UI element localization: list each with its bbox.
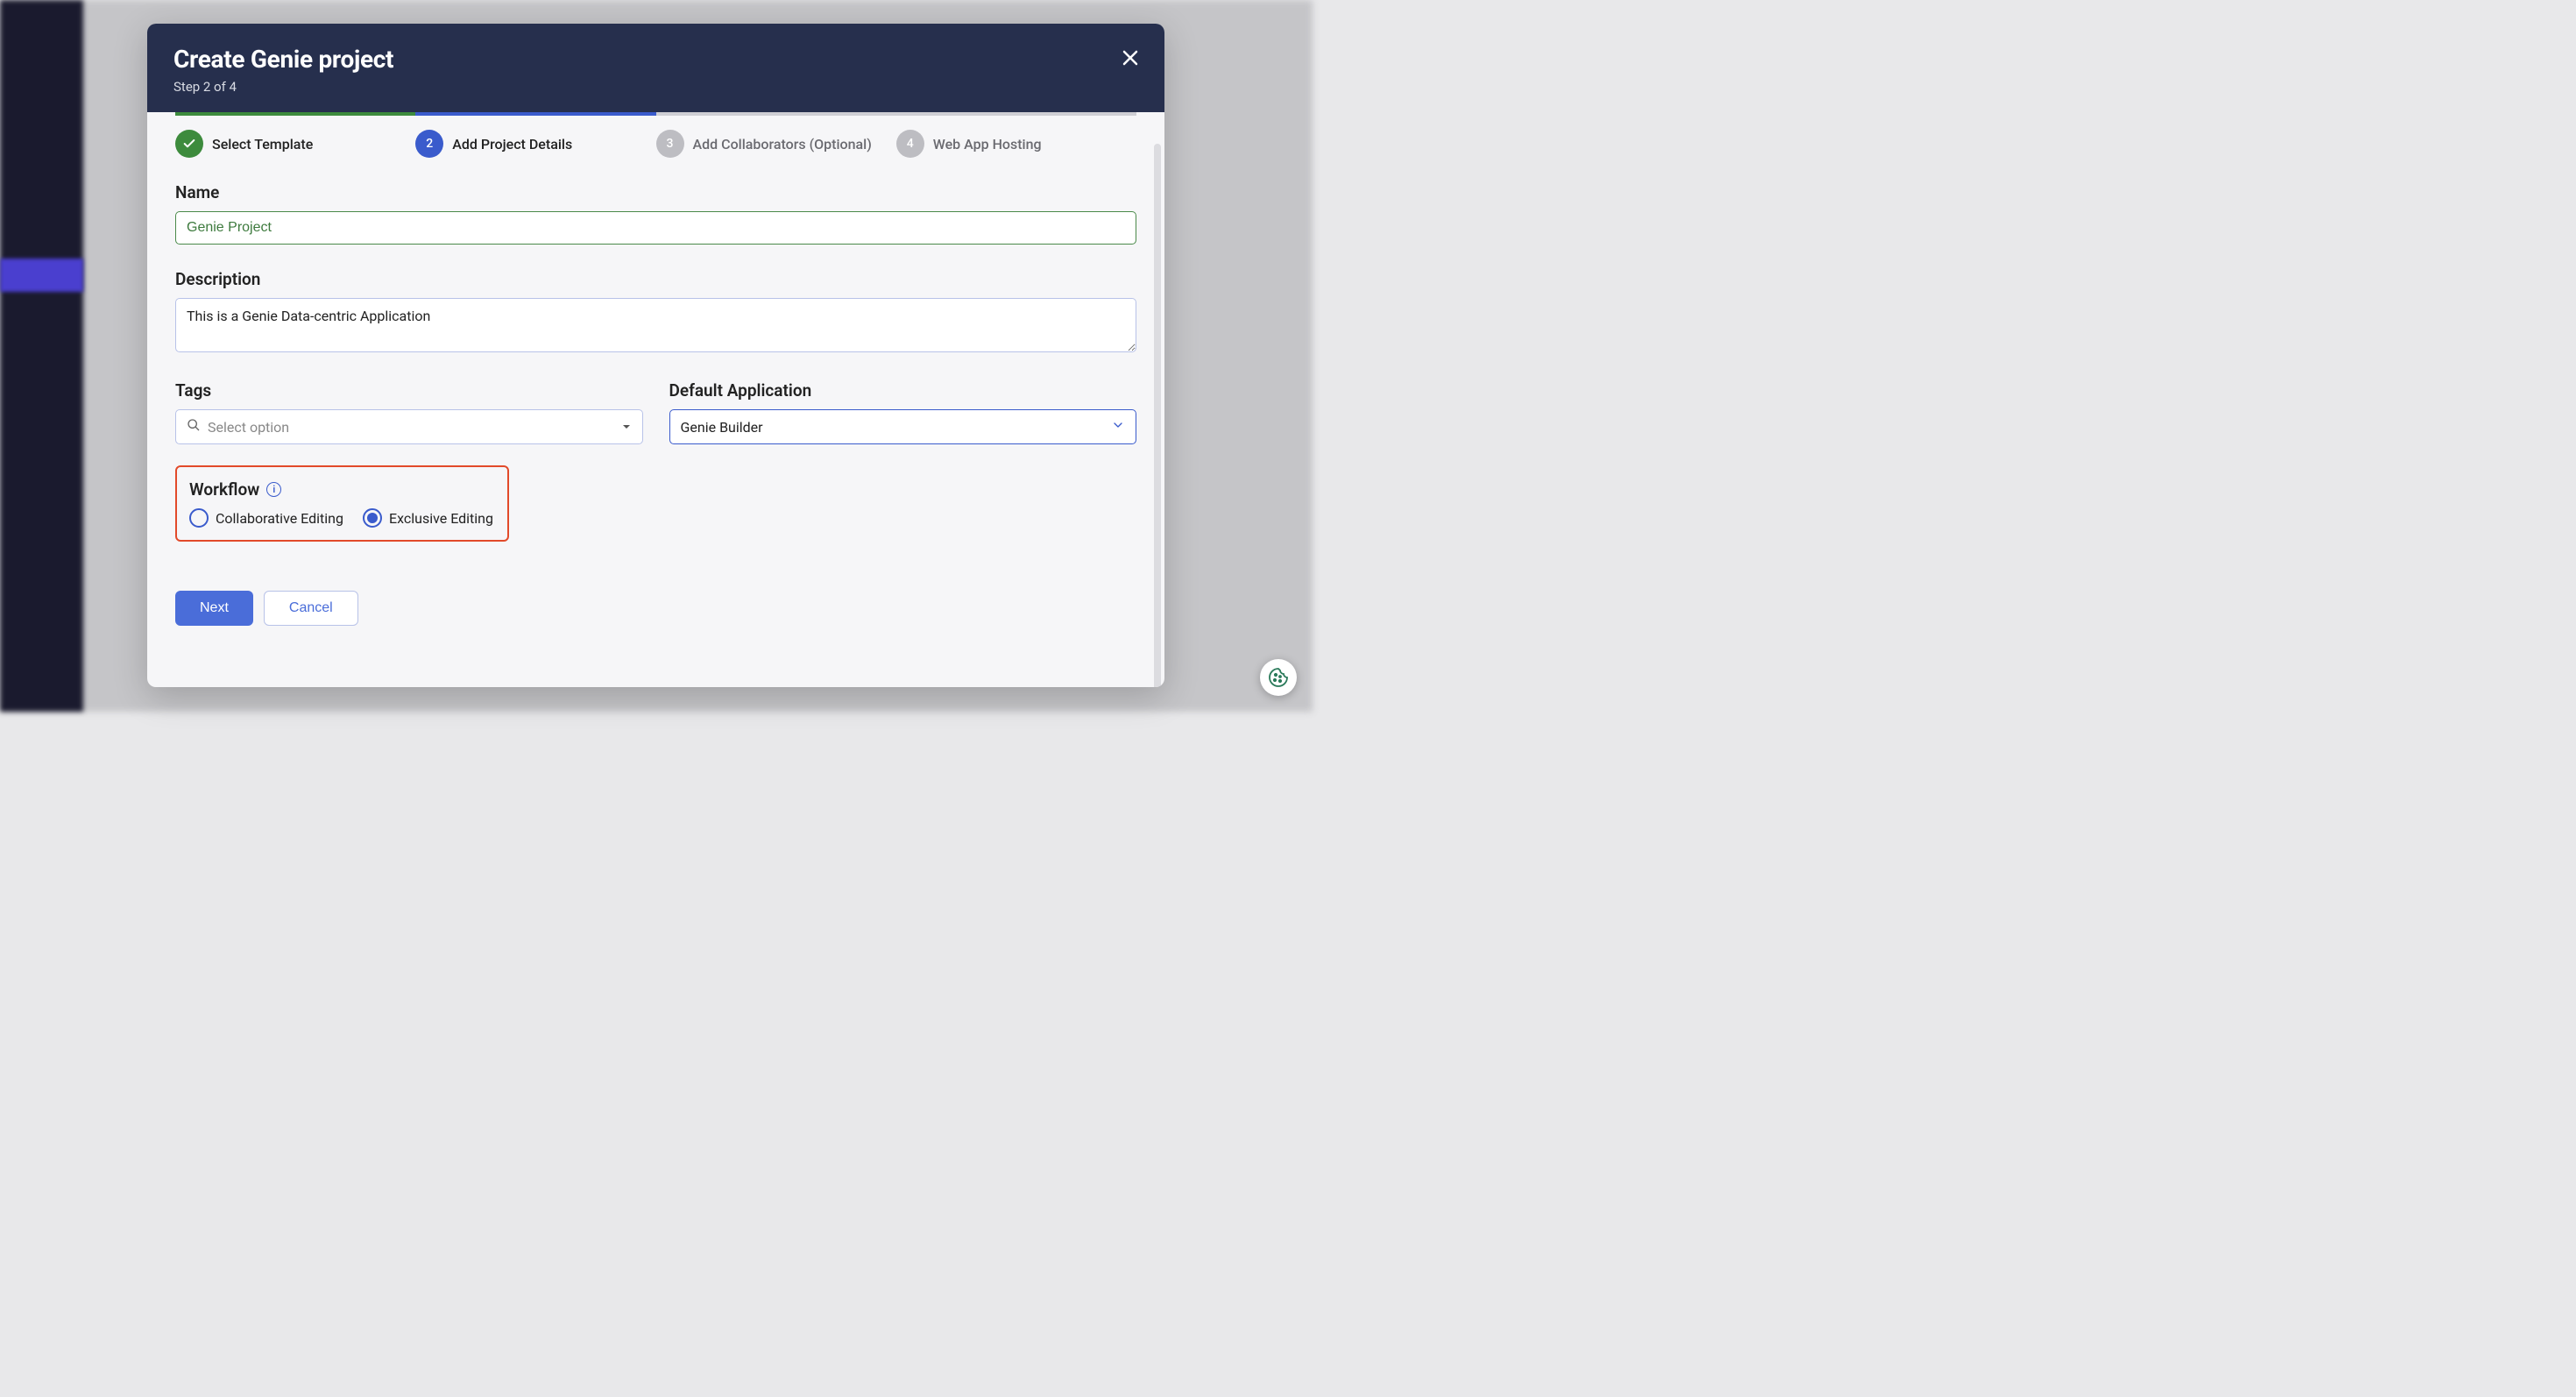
search-icon bbox=[187, 418, 201, 436]
cancel-button[interactable]: Cancel bbox=[264, 591, 358, 626]
next-button[interactable]: Next bbox=[175, 591, 253, 626]
modal-header: Create Genie project Step 2 of 4 bbox=[147, 24, 1164, 112]
step-project-details[interactable]: 2 Add Project Details bbox=[415, 112, 655, 158]
caret-down-icon bbox=[621, 419, 632, 436]
default-app-label: Default Application bbox=[669, 380, 1137, 401]
modal-footer: Next Cancel bbox=[175, 591, 1136, 626]
modal-step-text: Step 2 of 4 bbox=[173, 79, 1138, 95]
step-collaborators[interactable]: 3 Add Collaborators (Optional) bbox=[656, 112, 896, 158]
step-label-2: Add Project Details bbox=[452, 136, 572, 152]
info-icon[interactable]: i bbox=[266, 482, 281, 497]
modal-body: Select Template 2 Add Project Details 3 … bbox=[147, 112, 1164, 687]
tags-select[interactable]: Select option bbox=[175, 409, 643, 444]
name-input[interactable] bbox=[175, 211, 1136, 245]
tags-section: Tags Select option bbox=[175, 380, 643, 444]
step-circle-2: 2 bbox=[415, 130, 443, 158]
radio-dot-exclusive bbox=[367, 513, 378, 523]
tags-placeholder: Select option bbox=[208, 419, 621, 436]
name-section: Name bbox=[175, 182, 1136, 245]
step-hosting[interactable]: 4 Web App Hosting bbox=[896, 112, 1136, 158]
radio-exclusive[interactable]: Exclusive Editing bbox=[363, 508, 493, 528]
modal-title: Create Genie project bbox=[173, 45, 1138, 74]
workflow-label: Workflow i bbox=[189, 479, 493, 500]
radio-circle-exclusive bbox=[363, 508, 382, 528]
sidebar-blur bbox=[0, 0, 83, 712]
radio-circle-collaborative bbox=[189, 508, 209, 528]
step-circle-3: 3 bbox=[656, 130, 684, 158]
close-icon bbox=[1120, 47, 1141, 68]
default-app-section: Default Application Genie Builder bbox=[669, 380, 1137, 444]
name-label: Name bbox=[175, 182, 1136, 202]
close-button[interactable] bbox=[1115, 43, 1145, 73]
default-app-value: Genie Builder bbox=[681, 419, 1112, 436]
cookie-icon bbox=[1268, 667, 1289, 688]
radio-label-exclusive: Exclusive Editing bbox=[389, 510, 493, 527]
step-label-3: Add Collaborators (Optional) bbox=[693, 136, 872, 152]
chevron-down-icon bbox=[1111, 418, 1125, 436]
step-label-1: Select Template bbox=[212, 136, 313, 152]
workflow-label-text: Workflow bbox=[189, 479, 259, 500]
default-app-select[interactable]: Genie Builder bbox=[669, 409, 1137, 444]
check-icon bbox=[182, 137, 196, 151]
scrollbar[interactable] bbox=[1154, 144, 1161, 687]
cookie-settings-button[interactable] bbox=[1260, 659, 1297, 696]
radio-label-collaborative: Collaborative Editing bbox=[216, 510, 343, 527]
step-select-template[interactable]: Select Template bbox=[175, 112, 415, 158]
radio-collaborative[interactable]: Collaborative Editing bbox=[189, 508, 343, 528]
step-circle-1 bbox=[175, 130, 203, 158]
description-label: Description bbox=[175, 269, 1136, 289]
stepper: Select Template 2 Add Project Details 3 … bbox=[175, 112, 1136, 158]
step-circle-4: 4 bbox=[896, 130, 924, 158]
tags-label: Tags bbox=[175, 380, 643, 401]
sidebar-active-item-blur bbox=[0, 259, 83, 292]
description-textarea[interactable] bbox=[175, 298, 1136, 352]
workflow-section-highlight: Workflow i Collaborative Editing Exclusi… bbox=[175, 465, 509, 542]
create-project-modal: Create Genie project Step 2 of 4 Select … bbox=[147, 24, 1164, 687]
description-section: Description bbox=[175, 269, 1136, 356]
step-label-4: Web App Hosting bbox=[933, 136, 1042, 152]
workflow-radio-group: Collaborative Editing Exclusive Editing bbox=[189, 508, 493, 528]
